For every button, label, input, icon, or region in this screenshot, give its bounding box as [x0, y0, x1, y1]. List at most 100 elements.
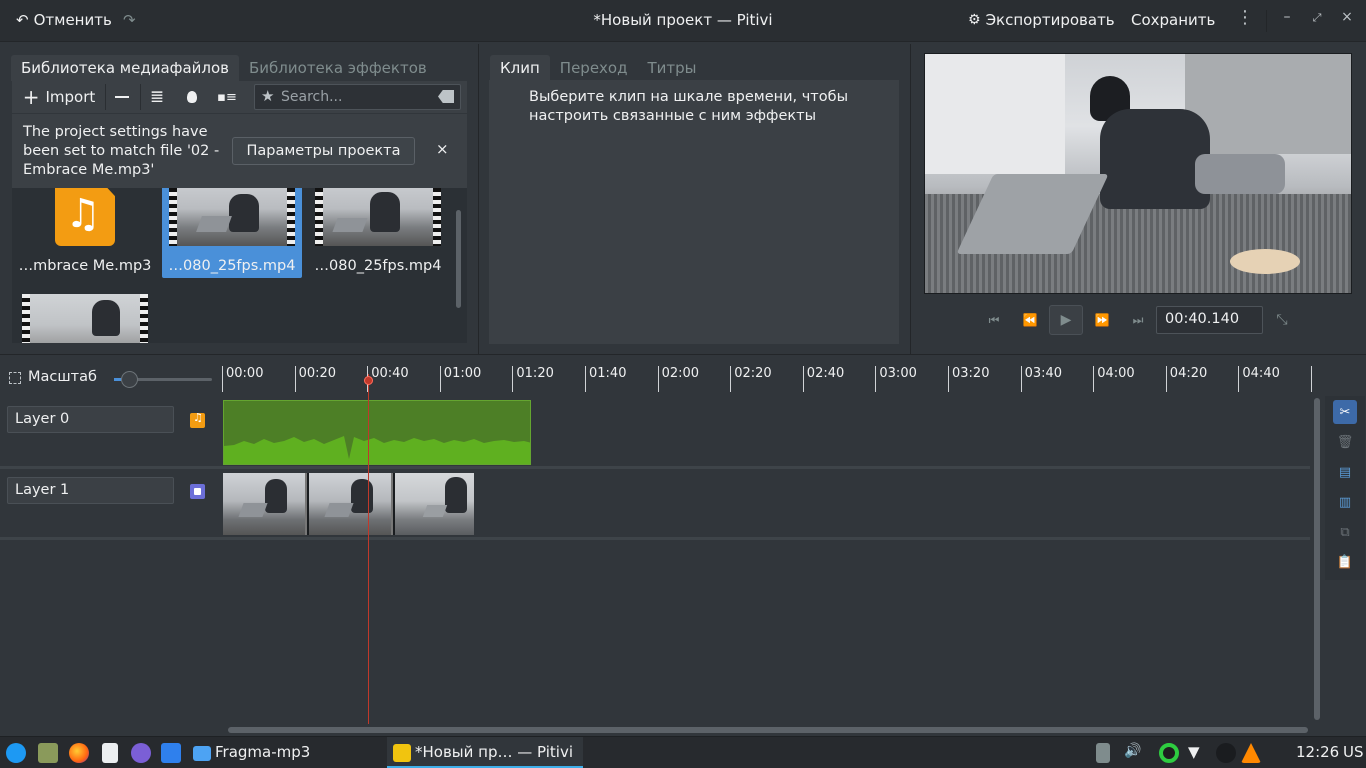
clear-search-icon[interactable]: [438, 90, 454, 103]
night-mode-icon[interactable]: [1216, 743, 1236, 763]
layer-name-field[interactable]: Layer 0: [7, 406, 174, 433]
preview-frame: [925, 54, 1351, 293]
toolbar-divider: [105, 84, 106, 110]
close-window-button[interactable]: ×: [1337, 9, 1357, 31]
forward-button[interactable]: ⏩: [1088, 306, 1116, 334]
search-input[interactable]: [281, 87, 431, 107]
rewind-button[interactable]: ⏪: [1016, 306, 1044, 334]
tab-clip[interactable]: Клип: [490, 55, 550, 81]
maximize-button[interactable]: ⤢: [1307, 9, 1327, 31]
close-icon: ×: [1341, 9, 1353, 25]
go-to-start-button[interactable]: ⏮: [980, 306, 1008, 334]
menu-button[interactable]: ⋮: [1235, 7, 1255, 29]
media-scrollbar[interactable]: [456, 210, 461, 308]
skip-end-icon: ⏭: [1132, 312, 1144, 327]
import-label: Import: [45, 88, 96, 106]
minus-icon: [115, 96, 129, 98]
clock[interactable]: 12:26: [1296, 743, 1339, 761]
task-pitivi[interactable]: *Новый пр… — Pitivi: [387, 737, 583, 768]
app-launcher-icon[interactable]: [6, 743, 26, 763]
media-item-audio[interactable]: ♫ …mbrace Me.mp3: [15, 188, 155, 278]
media-item-video[interactable]: …080_25fps.mp4: [162, 188, 302, 278]
ruler-tick-label: 03:40: [1024, 366, 1063, 381]
tab-effects-library[interactable]: Библиотека эффектов: [239, 55, 437, 81]
ruler-tick: [1311, 366, 1312, 392]
detach-viewer-button[interactable]: ⤡: [1268, 306, 1296, 334]
ruler-tick-label: 01:20: [516, 366, 554, 381]
go-to-end-button[interactable]: ⏭: [1124, 306, 1152, 334]
remove-clip-button[interactable]: [109, 84, 135, 110]
ruler-tick-label: 04:40: [1242, 366, 1280, 381]
ruler-tick-label: 02:20: [734, 366, 772, 381]
insert-at-end-button[interactable]: [179, 84, 205, 110]
tab-transition[interactable]: Переход: [550, 55, 638, 81]
keyboard-layout-indicator[interactable]: US: [1343, 743, 1364, 761]
media-toolbar: + Import ≣ ▪≡ ★: [12, 81, 467, 113]
details-view-icon: ▪≡: [217, 89, 237, 105]
ruler-tick: 01:00: [439, 366, 481, 392]
video-clip[interactable]: [223, 473, 474, 535]
split-button[interactable]: ✂: [1333, 400, 1357, 424]
export-button[interactable]: ⚙ Экспортировать: [968, 11, 1115, 29]
clipboard-tray-icon[interactable]: [1096, 743, 1110, 763]
header-divider: [1266, 10, 1267, 32]
ungroup-button[interactable]: ▥: [1333, 490, 1357, 514]
ruler-tick: 04:00: [1093, 366, 1135, 392]
project-settings-button[interactable]: Параметры проекта: [232, 137, 415, 165]
bulb-icon: [187, 91, 197, 103]
video-layer-icon: [190, 484, 205, 499]
kebab-menu-icon: ⋮: [1236, 7, 1254, 28]
save-label: Сохранить: [1131, 11, 1216, 29]
timeline-horizontal-scrollbar[interactable]: [228, 727, 1308, 733]
tab-media-library[interactable]: Библиотека медиафайлов: [11, 55, 240, 81]
zoom-fit-icon[interactable]: [9, 372, 21, 384]
zoom-slider-handle[interactable]: [121, 371, 138, 388]
file-archiver-icon[interactable]: [38, 743, 58, 763]
update-tray-icon[interactable]: [1159, 743, 1179, 763]
ruler-tick-label: 00:40: [371, 366, 409, 381]
volume-icon[interactable]: 🔊: [1124, 743, 1144, 763]
layer-name-field[interactable]: Layer 1: [7, 477, 174, 504]
paste-button[interactable]: 📋: [1333, 550, 1357, 574]
time-ruler[interactable]: 00:00 00:20 00:40 01:00 01:20 01:40 02:00 02:20…: [222, 362, 1312, 392]
layer-row-audio: [0, 398, 1310, 467]
group-button[interactable]: ▤: [1333, 460, 1357, 484]
list-view-button[interactable]: ≣: [144, 84, 170, 110]
import-button[interactable]: + Import: [16, 84, 102, 110]
timecode-field[interactable]: 00:40.140: [1156, 306, 1263, 334]
media-item-video[interactable]: [15, 288, 155, 343]
tab-titles[interactable]: Титры: [637, 55, 706, 81]
audio-clip[interactable]: [223, 400, 531, 465]
ruler-tick: 01:40: [585, 366, 626, 392]
playhead-handle[interactable]: [364, 376, 373, 385]
task-folder[interactable]: Fragma-mp3: [215, 743, 310, 761]
skip-start-icon: ⏮: [988, 312, 1000, 327]
infobar-close-button[interactable]: ×: [436, 140, 449, 158]
save-button[interactable]: Сохранить: [1131, 11, 1215, 29]
timeline-toolbar: ✂ 🗑 ▤ ▥ ⧉ 📋: [1325, 396, 1365, 580]
text-editor-icon[interactable]: [102, 743, 118, 763]
chat-app-icon[interactable]: [131, 743, 151, 763]
play-button[interactable]: ▶: [1049, 305, 1083, 335]
play-icon: ▶: [1060, 312, 1072, 328]
ruler-tick: 02:00: [657, 366, 699, 392]
ruler-tick: 03:40: [1020, 366, 1062, 392]
vlc-icon[interactable]: [1241, 743, 1261, 763]
clip-properties-panel: Выберите клип на шкале времени, чтобы на…: [489, 80, 899, 344]
playhead[interactable]: [368, 374, 369, 724]
minimize-icon: –: [1283, 9, 1291, 25]
layer-separator: [0, 466, 1310, 469]
network-icon[interactable]: ▼: [1188, 743, 1208, 763]
ruler-tick-label: 01:40: [589, 366, 627, 381]
firefox-icon[interactable]: [69, 743, 89, 763]
preview-viewer[interactable]: [924, 53, 1352, 294]
ruler-tick: 00:00: [222, 366, 263, 392]
icon-view-button[interactable]: ▪≡: [214, 84, 240, 110]
desktop-icon[interactable]: [161, 743, 181, 763]
clip-hint-text: Выберите клип на шкале времени, чтобы на…: [529, 89, 849, 124]
copy-button[interactable]: ⧉: [1333, 520, 1357, 544]
minimize-button[interactable]: –: [1277, 9, 1297, 31]
media-item-video[interactable]: …080_25fps.mp4: [308, 188, 448, 278]
timeline-vertical-scrollbar[interactable]: [1314, 398, 1320, 720]
delete-button[interactable]: 🗑: [1333, 430, 1357, 454]
